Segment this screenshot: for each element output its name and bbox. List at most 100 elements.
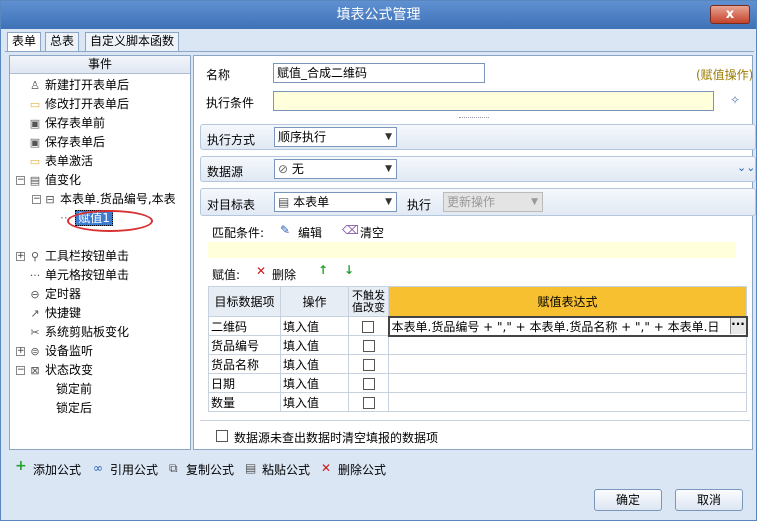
no-trigger-checkbox[interactable] bbox=[362, 339, 375, 352]
cell-op[interactable]: 填入值 bbox=[280, 335, 349, 355]
cell-op[interactable]: 填入值 bbox=[280, 392, 349, 412]
no-trigger-checkbox[interactable] bbox=[362, 377, 375, 390]
table-row[interactable]: 数量 填入值 bbox=[208, 392, 747, 412]
collapse-toggle[interactable]: − bbox=[16, 366, 25, 375]
highlight-annotation bbox=[67, 210, 153, 232]
tree-item-label: 状态改变 bbox=[45, 363, 94, 377]
delete-x-icon[interactable]: ✕ bbox=[256, 264, 266, 278]
eraser-icon[interactable]: ⌫ bbox=[342, 223, 359, 237]
cell-expr[interactable] bbox=[388, 354, 747, 374]
link-icon[interactable]: ∞ bbox=[93, 461, 103, 475]
cell-no-trigger[interactable] bbox=[348, 392, 389, 412]
tree-item-timer[interactable]: ⊖ 定时器 bbox=[28, 285, 81, 304]
name-label: 名称 bbox=[206, 68, 231, 82]
edit-button[interactable]: 编辑 bbox=[298, 224, 322, 241]
move-down-icon[interactable]: ↓ bbox=[344, 263, 354, 277]
add-icon[interactable]: + bbox=[15, 458, 27, 474]
table-row[interactable]: 二维码 填入值 本表单.货品编号 + "," + 本表单.货品名称 + "," … bbox=[208, 315, 748, 337]
ok-button[interactable]: 确定 bbox=[594, 489, 662, 511]
tree-item-shortcut[interactable]: ↗ 快捷键 bbox=[28, 304, 81, 323]
exec-mode-select[interactable]: 顺序执行 ▼ bbox=[274, 127, 397, 147]
no-trigger-checkbox[interactable] bbox=[362, 396, 375, 409]
expand-toggle[interactable]: + bbox=[16, 252, 25, 261]
datasource-label: 数据源 bbox=[207, 165, 244, 179]
cell-target[interactable]: 日期 bbox=[208, 373, 281, 393]
cancel-button[interactable]: 取消 bbox=[675, 489, 743, 511]
cell-target[interactable]: 货品编号 bbox=[208, 335, 281, 355]
tree-item-state[interactable]: ⊠ 状态改变 bbox=[28, 361, 93, 380]
table-row[interactable]: 货品名称 填入值 bbox=[208, 354, 747, 374]
match-condition-field[interactable] bbox=[208, 242, 736, 258]
delete-row-button[interactable]: 删除 bbox=[272, 266, 296, 283]
cell-expr[interactable]: 本表单.货品编号 + "," + 本表单.货品名称 + "," + 本表单.日 ·… bbox=[387, 315, 748, 337]
cell-op[interactable]: 填入值 bbox=[280, 354, 349, 374]
tree-item-label: 单元格按钮单击 bbox=[45, 268, 130, 282]
table-row[interactable]: 货品编号 填入值 bbox=[208, 335, 747, 355]
delete-formula-button[interactable]: 删除公式 bbox=[338, 461, 386, 478]
tree-item-device[interactable]: ⊜ 设备监听 bbox=[28, 342, 93, 361]
cell-no-trigger[interactable] bbox=[348, 373, 389, 393]
tree-item-toolbar-click[interactable]: ⚲ 工具栏按钮单击 bbox=[28, 247, 129, 266]
cell-expr[interactable] bbox=[388, 335, 747, 355]
exec-op-select[interactable]: 更新操作 ▼ bbox=[443, 192, 543, 212]
no-trigger-checkbox[interactable] bbox=[362, 358, 375, 371]
tree-item-before-lock[interactable]: 锁定前 bbox=[56, 380, 92, 399]
tab-summary[interactable]: 总表 bbox=[45, 32, 80, 51]
collapse-toggle[interactable]: − bbox=[32, 195, 41, 204]
tree-item-label: 新建打开表单后 bbox=[45, 78, 130, 92]
add-formula-button[interactable]: 添加公式 bbox=[33, 461, 81, 478]
cell-op[interactable]: 填入值 bbox=[280, 373, 349, 393]
cell-no-trigger[interactable] bbox=[348, 335, 389, 355]
cell-target[interactable]: 数量 bbox=[208, 392, 281, 412]
user-icon: ♙ bbox=[30, 79, 40, 92]
edit-icon[interactable]: ✎ bbox=[280, 223, 290, 237]
delete-icon[interactable]: ✕ bbox=[321, 461, 331, 475]
tree-item-new-open[interactable]: ♙ 新建打开表单后 bbox=[28, 76, 129, 95]
move-up-icon[interactable]: ↑ bbox=[318, 263, 328, 277]
tree-item-clipboard[interactable]: ✂ 系统剪贴板变化 bbox=[28, 323, 129, 342]
clear-on-empty-checkbox[interactable] bbox=[216, 430, 228, 442]
magic-wand-icon[interactable]: ✧ bbox=[730, 93, 740, 107]
table-row[interactable]: 日期 填入值 bbox=[208, 373, 747, 393]
tree-item-label: 工具栏按钮单击 bbox=[45, 249, 130, 263]
target-select[interactable]: ▤ 本表单 ▼ bbox=[274, 192, 397, 212]
collapse-toggle[interactable]: − bbox=[16, 176, 25, 185]
paste-formula-button[interactable]: 粘贴公式 bbox=[262, 461, 310, 478]
tree-item-value-change[interactable]: ▤ 值变化 bbox=[28, 171, 81, 190]
tree-item-label: 设备监听 bbox=[45, 344, 94, 358]
cell-no-trigger[interactable] bbox=[348, 354, 389, 374]
copy-formula-button[interactable]: 复制公式 bbox=[186, 461, 234, 478]
tree-item-field-list[interactable]: ⊟ 本表单.货品编号,本表 bbox=[43, 190, 175, 209]
reference-formula-button[interactable]: 引用公式 bbox=[110, 461, 158, 478]
ellipsis-icon[interactable]: ··· bbox=[729, 318, 745, 334]
tree-item-after-save[interactable]: ▣ 保存表单后 bbox=[28, 133, 105, 152]
name-input[interactable]: 赋值_合成二维码 bbox=[273, 63, 485, 83]
tree-item-before-save[interactable]: ▣ 保存表单前 bbox=[28, 114, 105, 133]
expand-toggle[interactable]: + bbox=[16, 347, 25, 356]
tree-item-cell-click[interactable]: ··· 单元格按钮单击 bbox=[28, 266, 129, 285]
datasource-select[interactable]: ⊘ 无 ▼ bbox=[274, 159, 397, 179]
tree-item-after-lock[interactable]: 锁定后 bbox=[56, 399, 92, 418]
divider bbox=[200, 420, 750, 421]
condition-input[interactable] bbox=[273, 91, 714, 111]
chevron-down-icon: ▼ bbox=[531, 197, 538, 207]
cell-no-trigger[interactable] bbox=[348, 316, 389, 336]
paste-icon[interactable]: ▤ bbox=[245, 461, 256, 475]
tab-custom-script[interactable]: 自定义脚本函数 bbox=[85, 32, 180, 51]
tab-form[interactable]: 表单 bbox=[7, 32, 42, 52]
no-trigger-checkbox[interactable] bbox=[362, 320, 375, 333]
tree-item-modify-open[interactable]: ▭ 修改打开表单后 bbox=[28, 95, 129, 114]
cell-op[interactable]: 填入值 bbox=[280, 316, 349, 336]
cell-target[interactable]: 货品名称 bbox=[208, 354, 281, 374]
double-chevron-down-icon[interactable]: ⌄⌄ bbox=[737, 161, 755, 174]
clear-on-empty-label: 数据源未查出数据时清空填报的数据项 bbox=[234, 431, 439, 445]
close-button[interactable]: x bbox=[710, 5, 750, 24]
cell-expr[interactable] bbox=[388, 373, 747, 393]
clear-button[interactable]: 清空 bbox=[360, 224, 384, 241]
document-icon: ▤ bbox=[29, 174, 41, 187]
copy-icon[interactable]: ⧉ bbox=[169, 461, 178, 476]
tree-item-activate[interactable]: ▭ 表单激活 bbox=[28, 152, 93, 171]
cell-target[interactable]: 二维码 bbox=[208, 316, 281, 336]
cell-expr[interactable] bbox=[388, 392, 747, 412]
splitter-grip[interactable] bbox=[459, 117, 489, 120]
